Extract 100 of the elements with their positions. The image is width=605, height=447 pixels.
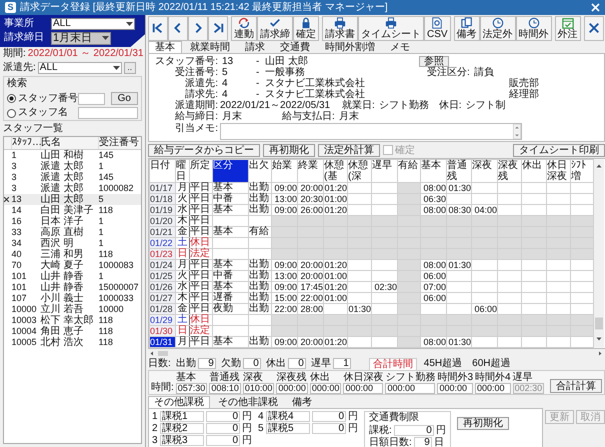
toolbar-button[interactable]: 確定 (293, 16, 319, 40)
column-header[interactable]: 普通残 (446, 160, 472, 182)
number-field[interactable]: 0 (288, 358, 306, 369)
column-header[interactable]: 所定 (190, 160, 212, 182)
amount-field[interactable]: 0 (206, 411, 240, 422)
time-field[interactable]: 000:00 (475, 383, 511, 394)
text-field[interactable]: 課税1 (160, 411, 204, 422)
table-cell: 1000082 (98, 183, 141, 194)
radio-button[interactable] (7, 94, 16, 103)
toolbar-button[interactable]: 連動 (231, 16, 257, 40)
time-field[interactable]: 000:00 (385, 383, 436, 394)
tab[interactable]: 交通費 (273, 41, 317, 53)
tab[interactable]: その他課税 (148, 396, 210, 408)
column-header[interactable]: 日付 (150, 160, 176, 182)
time-field[interactable]: 057:30 (176, 383, 208, 394)
selected-row[interactable]: 13 山田 太郎 5 (4, 194, 141, 205)
tab[interactable]: 45H超過 (420, 358, 466, 370)
column-header[interactable]: 遅早 (372, 160, 398, 182)
nav-button[interactable] (168, 16, 188, 40)
table-cell (498, 282, 522, 292)
number-field[interactable]: 1 (332, 358, 351, 369)
nav-button[interactable] (208, 16, 228, 40)
table-cell: 01/26 (150, 282, 176, 292)
text-field[interactable]: 課税3 (160, 435, 204, 446)
amount-field[interactable]: 0 (312, 423, 346, 434)
memo-field[interactable] (220, 123, 522, 140)
column-header[interactable]: 有給 (398, 160, 420, 182)
go-button[interactable]: Go (110, 92, 138, 105)
nav-button[interactable] (188, 16, 208, 40)
column-header[interactable]: 深夜 (472, 160, 498, 182)
table-cell: 20:00 (298, 260, 324, 270)
number-field[interactable]: 9 (198, 358, 216, 369)
number-field[interactable]: 0 (242, 358, 261, 369)
time-field[interactable]: 000:00 (276, 383, 308, 394)
reinitialize-button[interactable]: 再初期化 (456, 417, 509, 430)
column-header[interactable]: 休日深夜 (546, 160, 570, 182)
time-field[interactable]: 000:00 (310, 383, 342, 394)
amount-field[interactable]: 0 (394, 425, 434, 436)
time-field[interactable]: 008:10 (209, 383, 241, 394)
reference-button[interactable]: 参照 (419, 56, 449, 67)
table-cell: 出勤 (248, 304, 272, 314)
table-cell: 山田 和樹 (40, 150, 98, 161)
column-header[interactable]: 休憩(基 (324, 160, 348, 182)
toolbar-button[interactable]: タイムシート (358, 16, 424, 40)
time-field[interactable]: 010:00 (242, 383, 274, 394)
time-field[interactable]: 000:00 (343, 383, 384, 394)
toolbar-button[interactable]: 法定外 (480, 16, 516, 40)
close-button[interactable] (584, 16, 604, 40)
tab[interactable]: その他非課税 (212, 396, 284, 408)
column-header[interactable]: 休出 (522, 160, 546, 182)
action-button[interactable]: 給与データからコピー (148, 144, 260, 156)
column-header[interactable]: 深夜残 (498, 160, 522, 182)
column-header[interactable]: 始業 (272, 160, 298, 182)
column-header[interactable]: ｽﾀｯﾌ… (12, 137, 40, 150)
toolbar-button[interactable]: 備考 (454, 16, 480, 40)
toolbar-button[interactable]: 請求書 (322, 16, 358, 40)
tab[interactable]: 就業時間 (183, 41, 237, 53)
office-select[interactable]: ALL (51, 18, 135, 30)
amount-field[interactable]: 0 (206, 435, 240, 446)
column-header[interactable]: 基本 (420, 160, 446, 182)
tab[interactable]: 基本 (148, 41, 182, 53)
column-header[interactable]: 氏名 (40, 137, 98, 150)
toolbar-button[interactable]: 時間外 (516, 16, 552, 40)
toolbar-button[interactable]: CSV (424, 16, 451, 40)
dispatch-select[interactable]: ALL (38, 62, 122, 74)
tab[interactable]: メモ (383, 41, 417, 53)
table-cell (522, 336, 546, 348)
text-field[interactable]: 課税2 (160, 423, 204, 434)
column-header[interactable]: 休憩(深 (348, 160, 372, 182)
column-header[interactable]: ｼﾌﾄ増 (570, 160, 594, 182)
table-cell: 14 (12, 205, 40, 216)
table-cell (498, 270, 522, 282)
tab[interactable]: 合計時間 (368, 358, 417, 370)
column-header[interactable]: 曜日 (176, 160, 190, 182)
tab[interactable]: 請求 (238, 41, 272, 53)
column-header[interactable]: 出欠 (248, 160, 272, 182)
column-header[interactable]: 終業 (298, 160, 324, 182)
action-button[interactable]: 再初期化 (263, 144, 315, 156)
text-field[interactable]: 課税5 (266, 423, 310, 434)
nav-button[interactable] (148, 16, 168, 40)
tab[interactable]: 時間外割増 (318, 41, 382, 53)
time-field[interactable]: 000:00 (437, 383, 473, 394)
closing-day-select[interactable]: 1月末日 (51, 32, 111, 44)
radio-button[interactable] (7, 108, 16, 118)
print-button[interactable]: タイムシート印刷 (513, 144, 605, 156)
text-field[interactable]: 課税4 (266, 411, 310, 422)
toolbar-button[interactable]: 外注 (554, 16, 581, 40)
input-field[interactable] (78, 107, 138, 119)
more-button[interactable]: .. (124, 62, 136, 74)
tab[interactable]: 60H超過 (469, 358, 514, 370)
total-button[interactable]: 合計計算 (550, 379, 602, 393)
input-field[interactable] (78, 92, 105, 104)
amount-field[interactable]: 0 (312, 411, 346, 422)
number-field[interactable]: 9 (414, 437, 432, 447)
table-cell: 01:00 (324, 194, 348, 204)
amount-field[interactable]: 0 (206, 423, 240, 434)
column-header[interactable]: 区分 (212, 160, 248, 182)
toolbar-button[interactable]: 請求締 (257, 16, 293, 40)
tab[interactable]: 備考 (286, 396, 318, 408)
action-button[interactable]: 法定外計算 (318, 144, 380, 156)
